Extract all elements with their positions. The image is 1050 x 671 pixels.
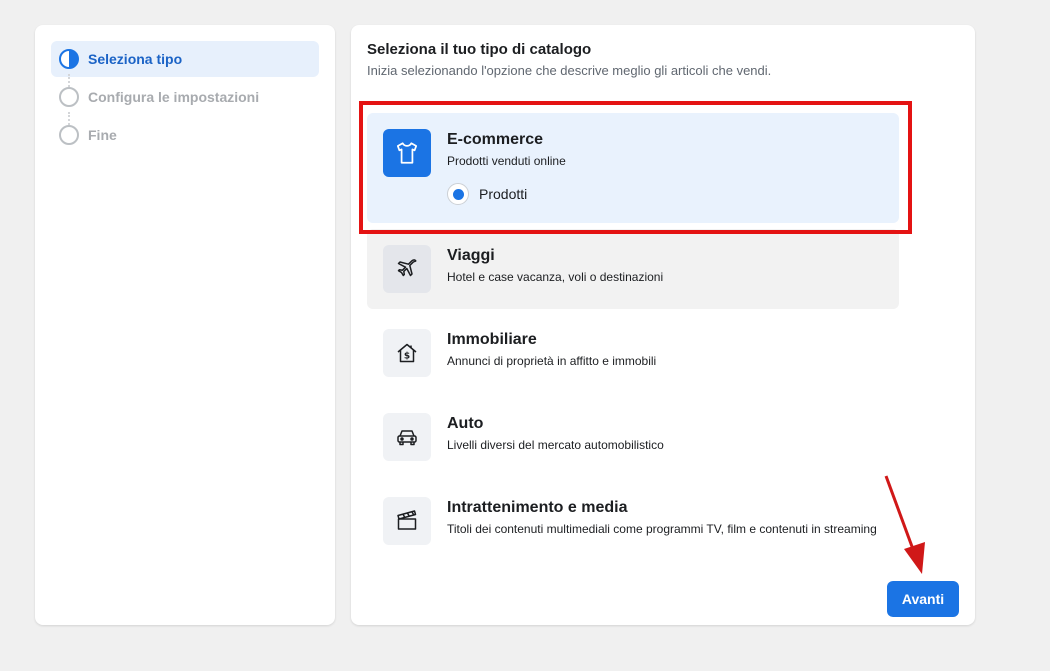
option-description: Hotel e case vacanza, voli o destinazion… bbox=[447, 270, 664, 284]
products-radio-option[interactable]: Prodotti bbox=[447, 183, 527, 205]
page-title: Seleziona il tuo tipo di catalogo bbox=[367, 41, 592, 58]
option-ecommerce[interactable]: E-commerce Prodotti venduti online Prodo… bbox=[367, 113, 899, 223]
option-entertainment-media[interactable]: Intrattenimento e media Titoli dei conte… bbox=[367, 481, 899, 561]
option-description: Titoli dei contenuti multimediali come p… bbox=[447, 522, 877, 536]
option-description: Prodotti venduti online bbox=[447, 154, 566, 168]
next-button[interactable]: Avanti bbox=[887, 581, 959, 617]
airplane-icon bbox=[383, 245, 431, 293]
step-label: Configura le impostazioni bbox=[88, 89, 260, 105]
option-title: Intrattenimento e media bbox=[447, 499, 628, 516]
option-title: Immobiliare bbox=[447, 331, 537, 348]
radio-checked-dot bbox=[452, 188, 464, 200]
step-pending-circle-icon bbox=[59, 125, 79, 145]
house-dollar-icon: $ bbox=[383, 329, 431, 377]
car-icon bbox=[383, 413, 431, 461]
option-title: E-commerce bbox=[447, 131, 544, 148]
page-subtitle: Inizia selezionando l'opzione che descri… bbox=[367, 63, 772, 78]
clapperboard-icon bbox=[383, 497, 431, 545]
shirt-icon bbox=[383, 129, 431, 177]
svg-text:$: $ bbox=[404, 352, 410, 362]
option-real-estate[interactable]: $ Immobiliare Annunci di proprietà in af… bbox=[367, 313, 899, 393]
step-label: Fine bbox=[88, 127, 117, 143]
products-radio[interactable] bbox=[447, 183, 469, 205]
step-finish: Fine bbox=[51, 117, 319, 153]
steps-panel: Seleziona tipo Configura le impostazioni… bbox=[35, 25, 335, 625]
option-title: Viaggi bbox=[447, 247, 495, 264]
catalog-type-panel: Seleziona il tuo tipo di catalogo Inizia… bbox=[351, 25, 975, 625]
step-configure-settings: Configura le impostazioni bbox=[51, 79, 319, 115]
option-travel[interactable]: Viaggi Hotel e case vacanza, voli o dest… bbox=[367, 229, 899, 309]
option-description: Annunci di proprietà in affitto e immobi… bbox=[447, 354, 657, 368]
option-title: Auto bbox=[447, 415, 484, 432]
step-progress-half-icon bbox=[59, 49, 79, 69]
step-pending-circle-icon bbox=[59, 87, 79, 107]
radio-label: Prodotti bbox=[479, 186, 528, 202]
step-label: Seleziona tipo bbox=[88, 51, 183, 67]
option-auto[interactable]: Auto Livelli diversi del mercato automob… bbox=[367, 397, 899, 477]
option-description: Livelli diversi del mercato automobilist… bbox=[447, 438, 664, 452]
step-select-type[interactable]: Seleziona tipo bbox=[51, 41, 319, 77]
